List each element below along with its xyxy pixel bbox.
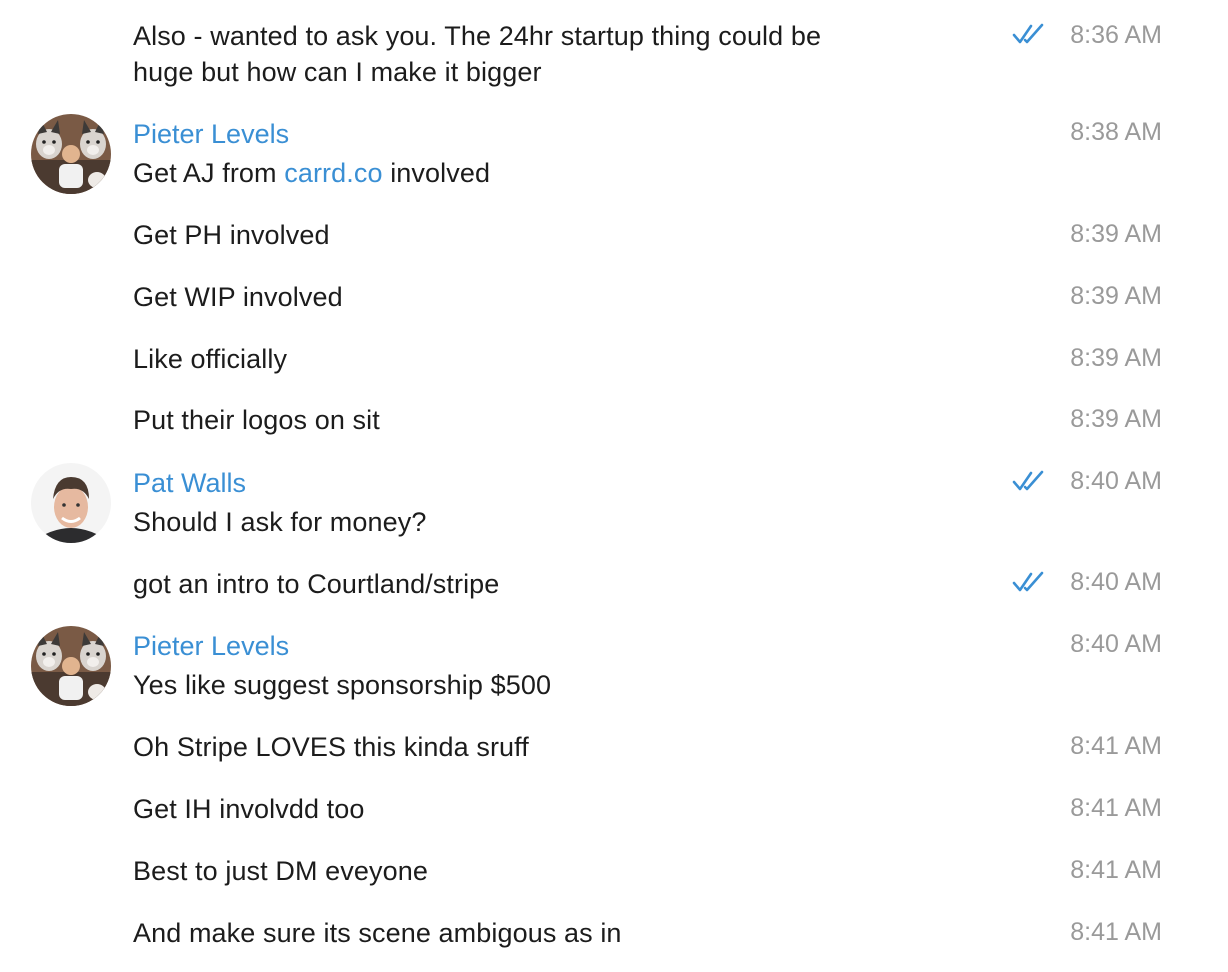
message-time: 8:39 AM — [1070, 405, 1162, 433]
message-row[interactable]: Put their logos on sit 8:39 AM — [0, 397, 1228, 445]
message-time: 8:40 AM — [1070, 568, 1162, 596]
message-time: 8:38 AM — [1070, 118, 1162, 146]
message-group[interactable]: Pieter Levels Get AJ from carrd.co invol… — [0, 110, 1228, 200]
message-text: Yes like suggest sponsorship $500 — [133, 670, 552, 700]
message-text: huge but how can I make it bigger — [133, 57, 542, 87]
message-text-part: involved — [382, 158, 491, 188]
double-check-icon — [1012, 470, 1044, 491]
double-check-icon — [1012, 23, 1044, 44]
message-text: Get PH involved — [133, 220, 330, 250]
message-time: 8:39 AM — [1070, 220, 1162, 248]
message-time: 8:41 AM — [1070, 732, 1162, 760]
avatar-pieter-levels[interactable] — [31, 626, 111, 706]
message-time: 8:40 AM — [1070, 630, 1162, 658]
message-row[interactable]: And make sure its scene ambigous as in 8… — [0, 910, 1228, 958]
message-row[interactable]: Oh Stripe LOVES this kinda sruff 8:41 AM — [0, 724, 1228, 772]
message-row[interactable]: Best to just DM eveyone 8:41 AM — [0, 848, 1228, 896]
message-text: Like officially — [133, 344, 288, 374]
message-time: 8:40 AM — [1070, 467, 1162, 495]
sender-name[interactable]: Pieter Levels — [133, 628, 289, 664]
message-link[interactable]: carrd.co — [284, 158, 382, 188]
message-text-part: Get AJ from — [133, 158, 285, 188]
message-text: Best to just DM eveyone — [133, 856, 428, 886]
message-group[interactable]: Pat Walls Should I ask for money? 8:40 A… — [0, 459, 1228, 549]
message-text: Should I ask for money? — [133, 507, 427, 537]
message-text: Get IH involvdd too — [133, 794, 365, 824]
message-row[interactable]: Like officially 8:39 AM — [0, 336, 1228, 384]
message-time: 8:39 AM — [1070, 282, 1162, 310]
sender-name[interactable]: Pieter Levels — [133, 116, 289, 152]
sender-name[interactable]: Pat Walls — [133, 465, 246, 501]
message-text: Also - wanted to ask you. The 24hr start… — [133, 21, 822, 51]
message-time: 8:41 AM — [1070, 856, 1162, 884]
message-row[interactable]: Get PH involved 8:39 AM — [0, 212, 1228, 260]
message-text: Put their logos on sit — [133, 405, 380, 435]
avatar-pat-walls[interactable] — [31, 463, 111, 543]
message-text: Get WIP involved — [133, 282, 343, 312]
message-text: Oh Stripe LOVES this kinda sruff — [133, 732, 529, 762]
message-row[interactable]: Get IH involvdd too 8:41 AM — [0, 786, 1228, 834]
message-time: 8:36 AM — [1070, 21, 1162, 49]
message-row[interactable]: Get WIP involved 8:39 AM — [0, 274, 1228, 322]
message-time: 8:39 AM — [1070, 344, 1162, 372]
message-time: 8:41 AM — [1070, 794, 1162, 822]
message-row[interactable]: Also - wanted to ask you. The 24hr start… — [0, 0, 1228, 100]
avatar-pieter-levels[interactable] — [31, 114, 111, 194]
message-text: got an intro to Courtland/stripe — [133, 569, 500, 599]
message-row[interactable]: got an intro to Courtland/stripe 8:40 AM — [0, 561, 1228, 609]
message-group[interactable]: Pieter Levels Yes like suggest sponsorsh… — [0, 622, 1228, 712]
message-text: Get AJ from carrd.co involved — [133, 155, 490, 191]
double-check-icon — [1012, 571, 1044, 592]
message-text: And make sure its scene ambigous as in — [133, 918, 622, 948]
message-time: 8:41 AM — [1070, 918, 1162, 946]
